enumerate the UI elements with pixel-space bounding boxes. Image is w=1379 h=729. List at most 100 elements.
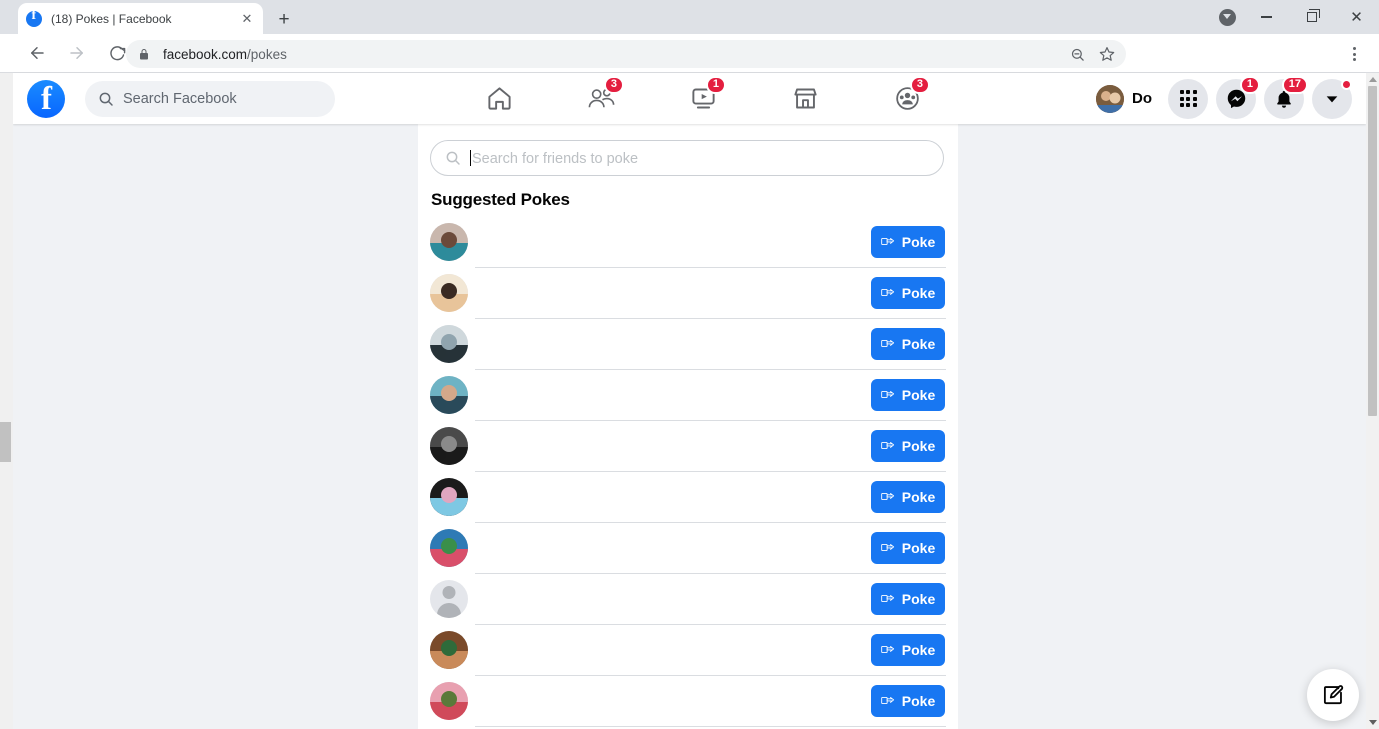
account-menu-button[interactable] [1312, 78, 1352, 119]
facebook-icon [26, 8, 42, 27]
poke-button[interactable]: Poke [871, 531, 945, 564]
pointing-hand-icon [881, 541, 896, 554]
update-icon[interactable] [1210, 0, 1244, 34]
notifications-badge: 17 [1281, 75, 1308, 94]
messenger-button[interactable]: 1 [1216, 75, 1260, 119]
account-alert-dot [1341, 78, 1352, 90]
pointing-hand-icon [881, 235, 896, 248]
poke-row[interactable]: Poke [430, 675, 946, 726]
new-tab-button[interactable]: + [272, 7, 296, 31]
poke-button[interactable]: Poke [871, 429, 945, 462]
search-placeholder: Search Facebook [123, 91, 237, 107]
nav-friends[interactable]: 3 [573, 75, 629, 121]
avatar[interactable] [430, 681, 468, 720]
compose-button[interactable] [1307, 669, 1359, 721]
header-actions: Do 1 17 [1094, 73, 1352, 124]
browser-tab[interactable]: (18) Pokes | Facebook ✕ [18, 3, 263, 34]
browser-window: (18) Pokes | Facebook ✕ + ✕ facebook.com… [0, 0, 1379, 729]
poke-button[interactable]: Poke [871, 378, 945, 411]
notifications-button[interactable]: 17 [1264, 75, 1308, 119]
pointing-hand-icon [881, 490, 896, 503]
poke-button[interactable]: Poke [871, 327, 945, 360]
nav-watch[interactable]: 1 [675, 75, 731, 121]
menu-grid-button[interactable] [1168, 78, 1208, 119]
poke-button-label: Poke [901, 641, 936, 658]
back-arrow-icon[interactable] [22, 38, 52, 68]
poke-row[interactable]: Poke [430, 420, 946, 471]
avatar[interactable] [430, 222, 468, 261]
url-text: facebook.com/pokes [163, 47, 287, 62]
avatar[interactable] [430, 579, 468, 618]
lock-icon [138, 48, 152, 61]
zoom-out-icon[interactable] [1062, 40, 1092, 68]
text-cursor [470, 149, 471, 166]
nav-marketplace[interactable] [777, 77, 833, 121]
poke-button[interactable]: Poke [871, 582, 945, 615]
poke-list: Poke Poke Poke Poke Poke Poke Poke Poke Poke Poke… [430, 216, 946, 729]
avatar[interactable] [430, 630, 468, 669]
poke-search-placeholder-text: Search for friends to poke [472, 150, 639, 167]
pointing-hand-icon [881, 286, 896, 299]
page-title: Suggested Pokes [431, 190, 570, 209]
minimize-icon[interactable] [1244, 0, 1289, 34]
forward-arrow-icon [62, 38, 92, 68]
search-input[interactable]: Search Facebook [85, 81, 335, 117]
poke-button[interactable]: Poke [871, 480, 945, 513]
nav-friends-badge: 3 [603, 75, 624, 94]
pokes-card: Search for friends to poke Suggested Pok… [418, 124, 958, 729]
poke-button-label: Poke [901, 590, 936, 607]
pointing-hand-icon [881, 592, 896, 605]
poke-button[interactable]: Poke [871, 225, 945, 258]
close-icon[interactable]: ✕ [1334, 0, 1379, 34]
messenger-badge: 1 [1239, 75, 1260, 94]
nav-groups[interactable]: 3 [879, 75, 935, 121]
star-icon[interactable] [1092, 40, 1122, 68]
address-bar[interactable]: facebook.com/pokes [126, 40, 1126, 68]
poke-row[interactable]: Poke [430, 624, 946, 675]
poke-row[interactable]: Poke [430, 471, 946, 522]
pointing-hand-icon [881, 337, 896, 350]
avatar[interactable] [430, 273, 468, 312]
tab-title: (18) Pokes | Facebook [51, 11, 172, 26]
poke-search-input[interactable]: Search for friends to poke [430, 140, 944, 176]
nav-home[interactable] [471, 77, 527, 121]
poke-button-label: Poke [901, 539, 936, 556]
poke-row[interactable]: Poke [430, 573, 946, 624]
left-scroll-nub[interactable] [0, 422, 11, 462]
omnibox-actions [1062, 40, 1126, 68]
maximize-icon[interactable] [1289, 0, 1334, 34]
avatar[interactable] [430, 324, 468, 363]
poke-row[interactable]: Poke [430, 318, 946, 369]
poke-search-placeholder: Search for friends to poke [470, 149, 639, 167]
page-scrollbar[interactable] [1366, 73, 1379, 729]
avatar[interactable] [430, 426, 468, 465]
compose-edit-icon [1322, 684, 1345, 707]
pointing-hand-icon [881, 694, 896, 707]
poke-row[interactable]: Poke [430, 522, 946, 573]
poke-row[interactable]: Poke [430, 216, 946, 267]
avatar[interactable] [430, 477, 468, 516]
profile-chip[interactable]: Do [1094, 83, 1160, 115]
close-icon[interactable]: ✕ [239, 11, 255, 27]
poke-button[interactable]: Poke [871, 633, 945, 666]
avatar[interactable] [430, 528, 468, 567]
facebook-logo[interactable] [27, 80, 65, 118]
search-icon [445, 150, 461, 166]
pointing-hand-icon [881, 388, 896, 401]
poke-button-label: Poke [901, 437, 936, 454]
avatar[interactable] [430, 375, 468, 414]
poke-row[interactable]: Poke [430, 369, 946, 420]
poke-button-label: Poke [901, 335, 936, 352]
avatar [1096, 84, 1124, 113]
scrollbar-thumb[interactable] [1368, 86, 1377, 416]
three-dot-menu-icon[interactable] [1339, 39, 1369, 69]
page-body: Search for friends to poke Suggested Pok… [13, 124, 1366, 729]
chevron-down-icon [1324, 91, 1340, 107]
poke-button[interactable]: Poke [871, 684, 945, 717]
scroll-up-arrow[interactable] [1366, 73, 1379, 86]
scroll-down-arrow[interactable] [1366, 716, 1379, 729]
poke-row[interactable]: Poke [430, 267, 946, 318]
url-domain: facebook.com [163, 46, 248, 62]
poke-button[interactable]: Poke [871, 276, 945, 309]
nav-groups-badge: 3 [909, 75, 930, 94]
